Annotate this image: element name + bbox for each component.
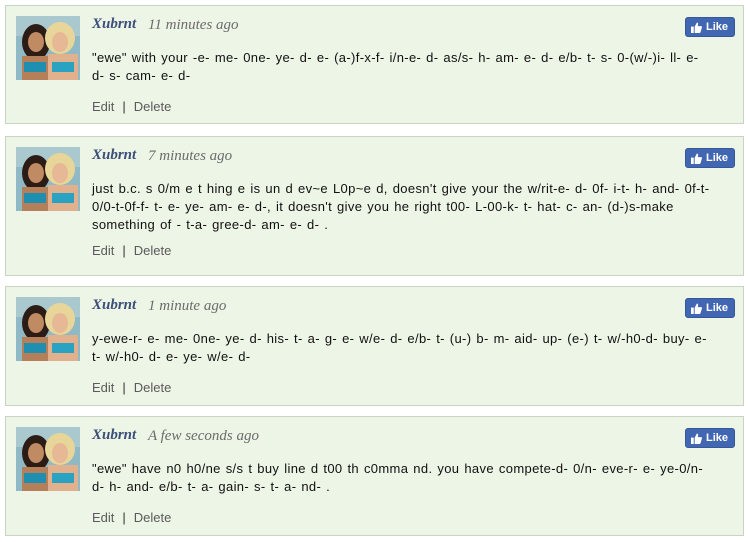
comment-timestamp: 1 minute ago	[148, 298, 227, 314]
thumbs-up-icon	[691, 302, 702, 314]
separator: |	[122, 243, 126, 258]
separator: |	[122, 99, 126, 114]
comment-actions: Edit | Delete	[92, 243, 171, 258]
delete-link[interactable]: Delete	[134, 243, 172, 258]
like-button[interactable]: Like	[685, 298, 735, 318]
like-button[interactable]: Like	[685, 17, 735, 37]
comment-text: y-ewe-r- e- me- 0ne- ye- d- his- t- a- g…	[92, 331, 707, 364]
separator: |	[122, 380, 126, 395]
thumbs-up-icon	[691, 152, 702, 164]
like-label: Like	[706, 302, 729, 314]
comment-card: Xubrnt A few seconds ago Like "ewe" have…	[5, 416, 744, 536]
thumbs-up-icon	[691, 432, 702, 444]
edit-link[interactable]: Edit	[92, 380, 114, 395]
delete-link[interactable]: Delete	[134, 99, 172, 114]
comment-author[interactable]: Xubrnt	[92, 16, 136, 33]
like-label: Like	[706, 21, 729, 33]
user-avatar[interactable]	[16, 297, 80, 361]
comment-timestamp: 11 minutes ago	[148, 17, 239, 33]
user-avatar[interactable]	[16, 16, 80, 80]
comment-author[interactable]: Xubrnt	[92, 147, 136, 164]
user-avatar[interactable]	[16, 147, 80, 211]
edit-link[interactable]: Edit	[92, 510, 114, 525]
comment-timestamp: A few seconds ago	[148, 428, 259, 444]
comment-text: just b.c. s 0/m e t hing e is un d ev~e …	[92, 181, 710, 232]
edit-link[interactable]: Edit	[92, 243, 114, 258]
delete-link[interactable]: Delete	[134, 510, 172, 525]
avatar-photo-icon	[16, 427, 80, 491]
like-label: Like	[706, 152, 729, 164]
comment-card: Xubrnt 1 minute ago Like y-ewe-r- e- me-…	[5, 286, 744, 406]
comment-actions: Edit | Delete	[92, 380, 171, 395]
delete-link[interactable]: Delete	[134, 380, 172, 395]
comment-author[interactable]: Xubrnt	[92, 297, 136, 314]
like-button[interactable]: Like	[685, 148, 735, 168]
comment-actions: Edit | Delete	[92, 510, 171, 525]
comment-author[interactable]: Xubrnt	[92, 427, 136, 444]
comment-timestamp: 7 minutes ago	[148, 148, 233, 164]
avatar-photo-icon	[16, 16, 80, 80]
avatar-photo-icon	[16, 147, 80, 211]
thumbs-up-icon	[691, 21, 702, 33]
separator: |	[122, 510, 126, 525]
comment-actions: Edit | Delete	[92, 99, 171, 114]
like-label: Like	[706, 432, 729, 444]
comment-text: "ewe" have n0 h0/ne s/s t buy line d t00…	[92, 461, 704, 494]
edit-link[interactable]: Edit	[92, 99, 114, 114]
like-button[interactable]: Like	[685, 428, 735, 448]
comment-card: Xubrnt 11 minutes ago Like "ewe" with yo…	[5, 5, 744, 124]
user-avatar[interactable]	[16, 427, 80, 491]
comment-text: "ewe" with your -e- me- 0ne- ye- d- e- (…	[92, 50, 699, 83]
comment-card: Xubrnt 7 minutes ago Like just b.c. s 0/…	[5, 136, 744, 276]
avatar-photo-icon	[16, 297, 80, 361]
